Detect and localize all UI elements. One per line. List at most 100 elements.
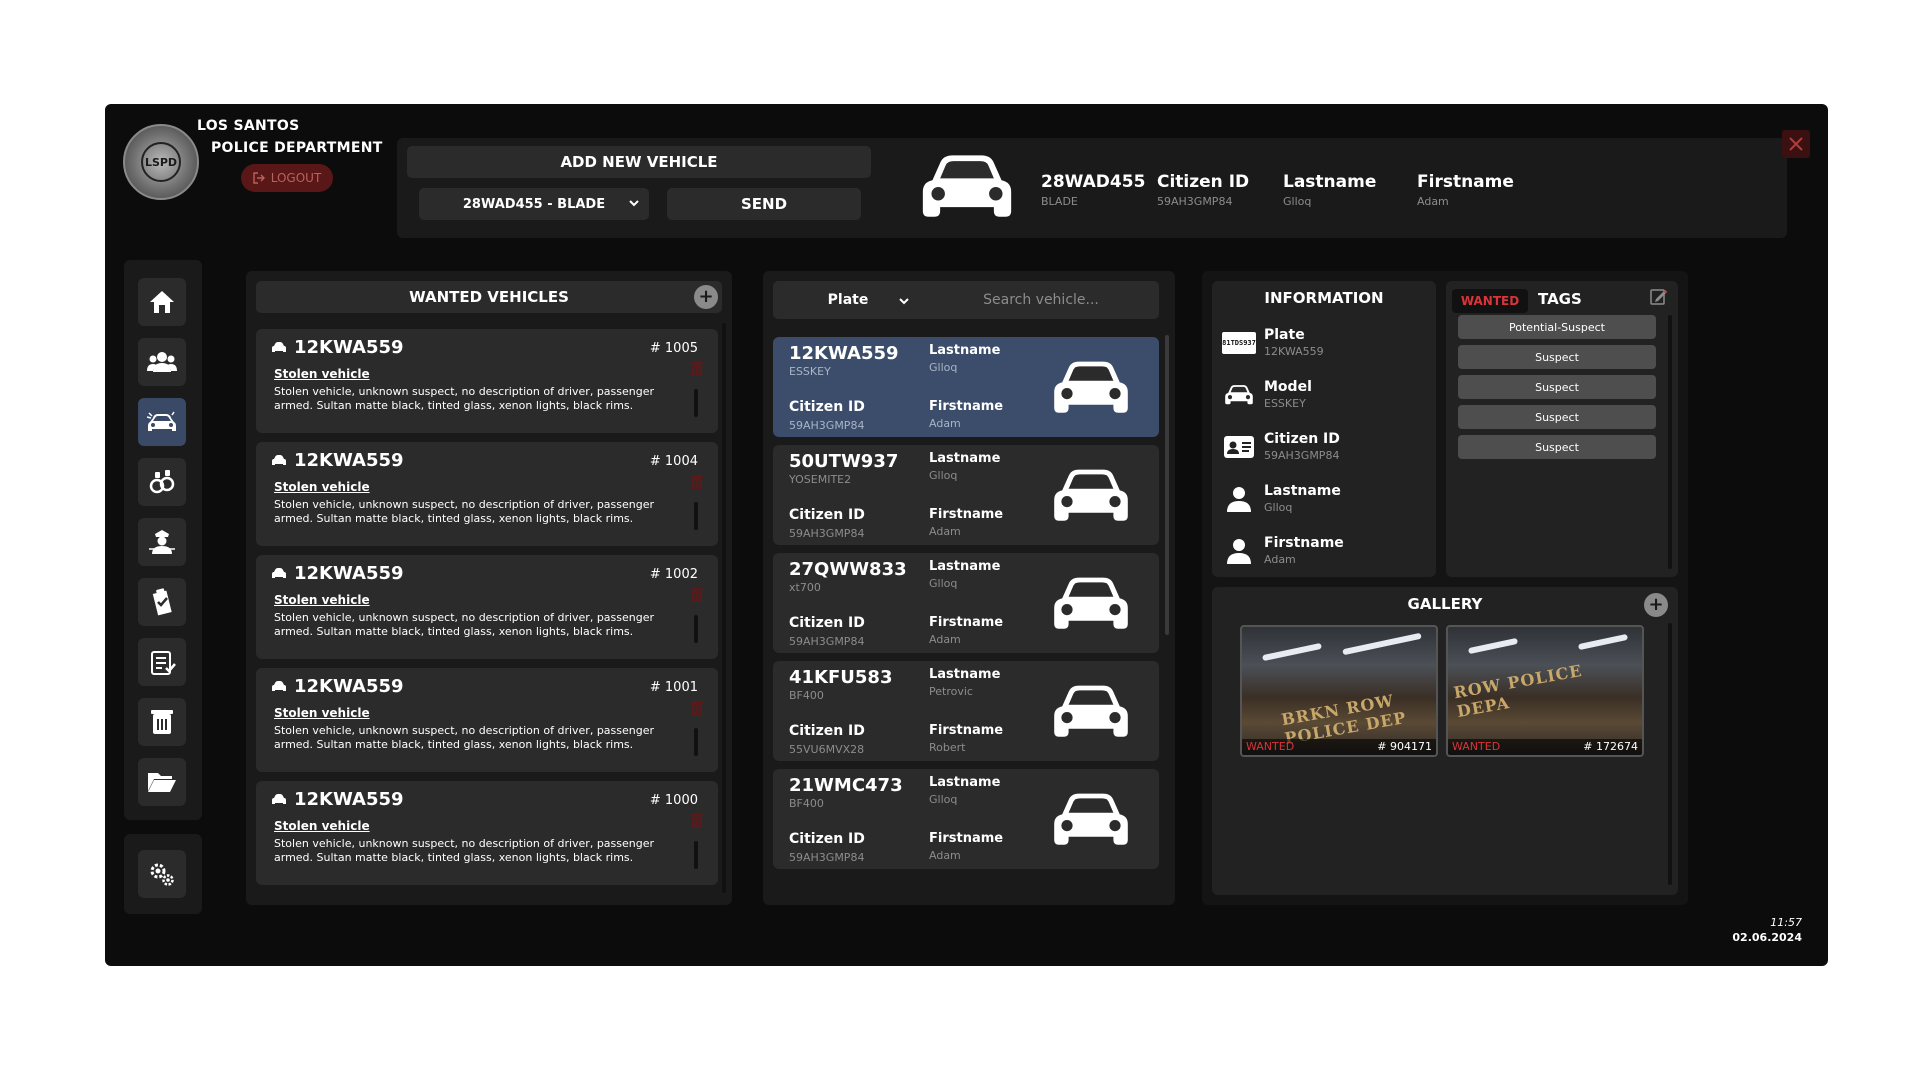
wanted-vehicle-card[interactable]: 12KWA559 # 1002 Stolen vehicle Stolen ve…: [256, 555, 718, 659]
list-check-icon: [148, 648, 176, 676]
information-panel: INFORMATION 81TDS937 Plate 12KWA559 Model…: [1212, 281, 1436, 577]
delete-wanted-button[interactable]: [690, 474, 704, 490]
scrollbar[interactable]: [694, 615, 698, 643]
search-input[interactable]: Search vehicle...: [923, 292, 1159, 308]
sidebar-item-officers[interactable]: [138, 518, 186, 566]
gallery-title: GALLERY: [1407, 595, 1483, 613]
sidebar-item-citizens[interactable]: [138, 338, 186, 386]
trash-icon: [690, 474, 704, 490]
clock: 11:57 02.06.2024: [1732, 916, 1802, 944]
tag-item[interactable]: Suspect: [1458, 345, 1656, 369]
sidebar-item-incidents[interactable]: [138, 638, 186, 686]
vehicle-result-card[interactable]: 21WMC473 BF400 Citizen ID 59AH3GMP84 Las…: [773, 769, 1159, 869]
lastname-value: Glloq: [929, 469, 958, 482]
sidebar-item-vehicles[interactable]: [138, 398, 186, 446]
scrollbar[interactable]: [1165, 335, 1169, 635]
sidebar-item-arrests[interactable]: [138, 458, 186, 506]
department-line1: LOS SANTOS: [197, 118, 300, 134]
close-icon: [1788, 136, 1804, 152]
delete-wanted-button[interactable]: [690, 813, 704, 829]
logout-button[interactable]: LOGOUT: [241, 164, 333, 192]
car-icon: [1051, 791, 1131, 849]
lastname-label: Lastname: [929, 343, 1001, 358]
chevron-down-icon: [629, 197, 639, 209]
vehicle-result-card[interactable]: 12KWA559 ESSKEY Citizen ID 59AH3GMP84 La…: [773, 337, 1159, 437]
car-icon: [1051, 467, 1131, 525]
sidebar: [124, 260, 202, 820]
wanted-number: # 1005: [649, 341, 698, 356]
selected-citizen-id: Citizen ID 59AH3GMP84: [1157, 172, 1250, 208]
firstname-value: Robert: [929, 741, 966, 754]
car-icon: [272, 681, 286, 692]
wanted-badge[interactable]: WANTED: [1452, 289, 1528, 313]
gallery-image-caption: WANTED # 172674: [1448, 739, 1642, 755]
tag-item[interactable]: Suspect: [1458, 435, 1656, 459]
lastname-label: Lastname: [929, 775, 1001, 790]
sidebar-item-records[interactable]: [138, 698, 186, 746]
wanted-vehicle-card[interactable]: 12KWA559 # 1004 Stolen vehicle Stolen ve…: [256, 442, 718, 546]
car-icon: [1051, 575, 1131, 633]
home-icon: [148, 289, 176, 315]
scrollbar[interactable]: [694, 841, 698, 869]
trash-icon: [690, 587, 704, 603]
scrollbar[interactable]: [694, 502, 698, 530]
sidebar-item-files[interactable]: [138, 758, 186, 806]
chevron-down-icon: [899, 296, 909, 306]
wanted-vehicles-title: WANTED VEHICLES: [256, 281, 722, 313]
wanted-plate: 12KWA559: [272, 563, 404, 584]
edit-tags-button[interactable]: [1650, 287, 1668, 305]
wanted-number: # 1004: [649, 454, 698, 469]
vehicle-result-card[interactable]: 41KFU583 BF400 Citizen ID 55VU6MVX28 Las…: [773, 661, 1159, 761]
wanted-title[interactable]: Stolen vehicle: [274, 706, 370, 720]
add-wanted-button[interactable]: +: [694, 285, 718, 309]
officer-icon: [148, 528, 176, 556]
mdt-window: LSPD LOS SANTOS POLICE DEPARTMENT LOGOUT…: [105, 104, 1828, 966]
scrollbar[interactable]: [722, 323, 726, 893]
wanted-vehicle-card[interactable]: 12KWA559 # 1000 Stolen vehicle Stolen ve…: [256, 781, 718, 885]
lastname-value: Petrovic: [929, 685, 973, 698]
vehicle-result-card[interactable]: 27QWW833 xt700 Citizen ID 59AH3GMP84 Las…: [773, 553, 1159, 653]
citizen-id-value: 59AH3GMP84: [789, 419, 865, 432]
tag-item[interactable]: Suspect: [1458, 405, 1656, 429]
wanted-title[interactable]: Stolen vehicle: [274, 367, 370, 381]
wanted-title[interactable]: Stolen vehicle: [274, 480, 370, 494]
tag-item[interactable]: Potential-Suspect: [1458, 315, 1656, 339]
settings-button[interactable]: [138, 850, 186, 898]
gallery-image[interactable]: BRKN ROW POLICE DEP WANTED # 904171: [1240, 625, 1438, 757]
gallery-image-caption: WANTED # 904171: [1242, 739, 1436, 755]
logout-icon: [253, 172, 265, 184]
firstname-value: Adam: [929, 849, 961, 862]
scrollbar[interactable]: [1668, 623, 1672, 885]
sidebar-item-home[interactable]: [138, 278, 186, 326]
delete-wanted-button[interactable]: [690, 361, 704, 377]
vehicle-plate: 21WMC473: [789, 775, 903, 796]
gallery-image[interactable]: ROW POLICE DEPA WANTED # 172674: [1446, 625, 1644, 757]
send-button[interactable]: SEND: [667, 188, 861, 220]
search-filter-select[interactable]: Plate: [773, 292, 923, 308]
trash-icon: [690, 700, 704, 716]
logout-label: LOGOUT: [270, 171, 322, 185]
search-filter-value: Plate: [827, 292, 869, 308]
wanted-number: # 1002: [649, 567, 698, 582]
sidebar-item-reports[interactable]: [138, 578, 186, 626]
wanted-title[interactable]: Stolen vehicle: [274, 819, 370, 833]
delete-wanted-button[interactable]: [690, 700, 704, 716]
delete-wanted-button[interactable]: [690, 587, 704, 603]
scrollbar[interactable]: [694, 389, 698, 417]
tag-item[interactable]: Suspect: [1458, 375, 1656, 399]
wanted-title[interactable]: Stolen vehicle: [274, 593, 370, 607]
scrollbar[interactable]: [1668, 315, 1672, 569]
scrollbar[interactable]: [694, 728, 698, 756]
add-image-button[interactable]: +: [1644, 593, 1668, 617]
vehicle-result-card[interactable]: 50UTW937 YOSEMITE2 Citizen ID 59AH3GMP84…: [773, 445, 1159, 545]
trash-icon: [690, 361, 704, 377]
vehicle-select[interactable]: 28WAD455 - BLADE: [419, 188, 649, 220]
car-crash-icon: [147, 410, 177, 434]
info-row-citizen-id: Citizen ID 59AH3GMP84: [1222, 431, 1340, 462]
firstname-label: Firstname: [929, 507, 1004, 522]
trash-icon: [690, 813, 704, 829]
close-button[interactable]: [1782, 130, 1810, 158]
wanted-vehicle-card[interactable]: 12KWA559 # 1005 Stolen vehicle Stolen ve…: [256, 329, 718, 433]
wanted-vehicle-card[interactable]: 12KWA559 # 1001 Stolen vehicle Stolen ve…: [256, 668, 718, 772]
selected-firstname: Firstname Adam: [1417, 172, 1514, 208]
